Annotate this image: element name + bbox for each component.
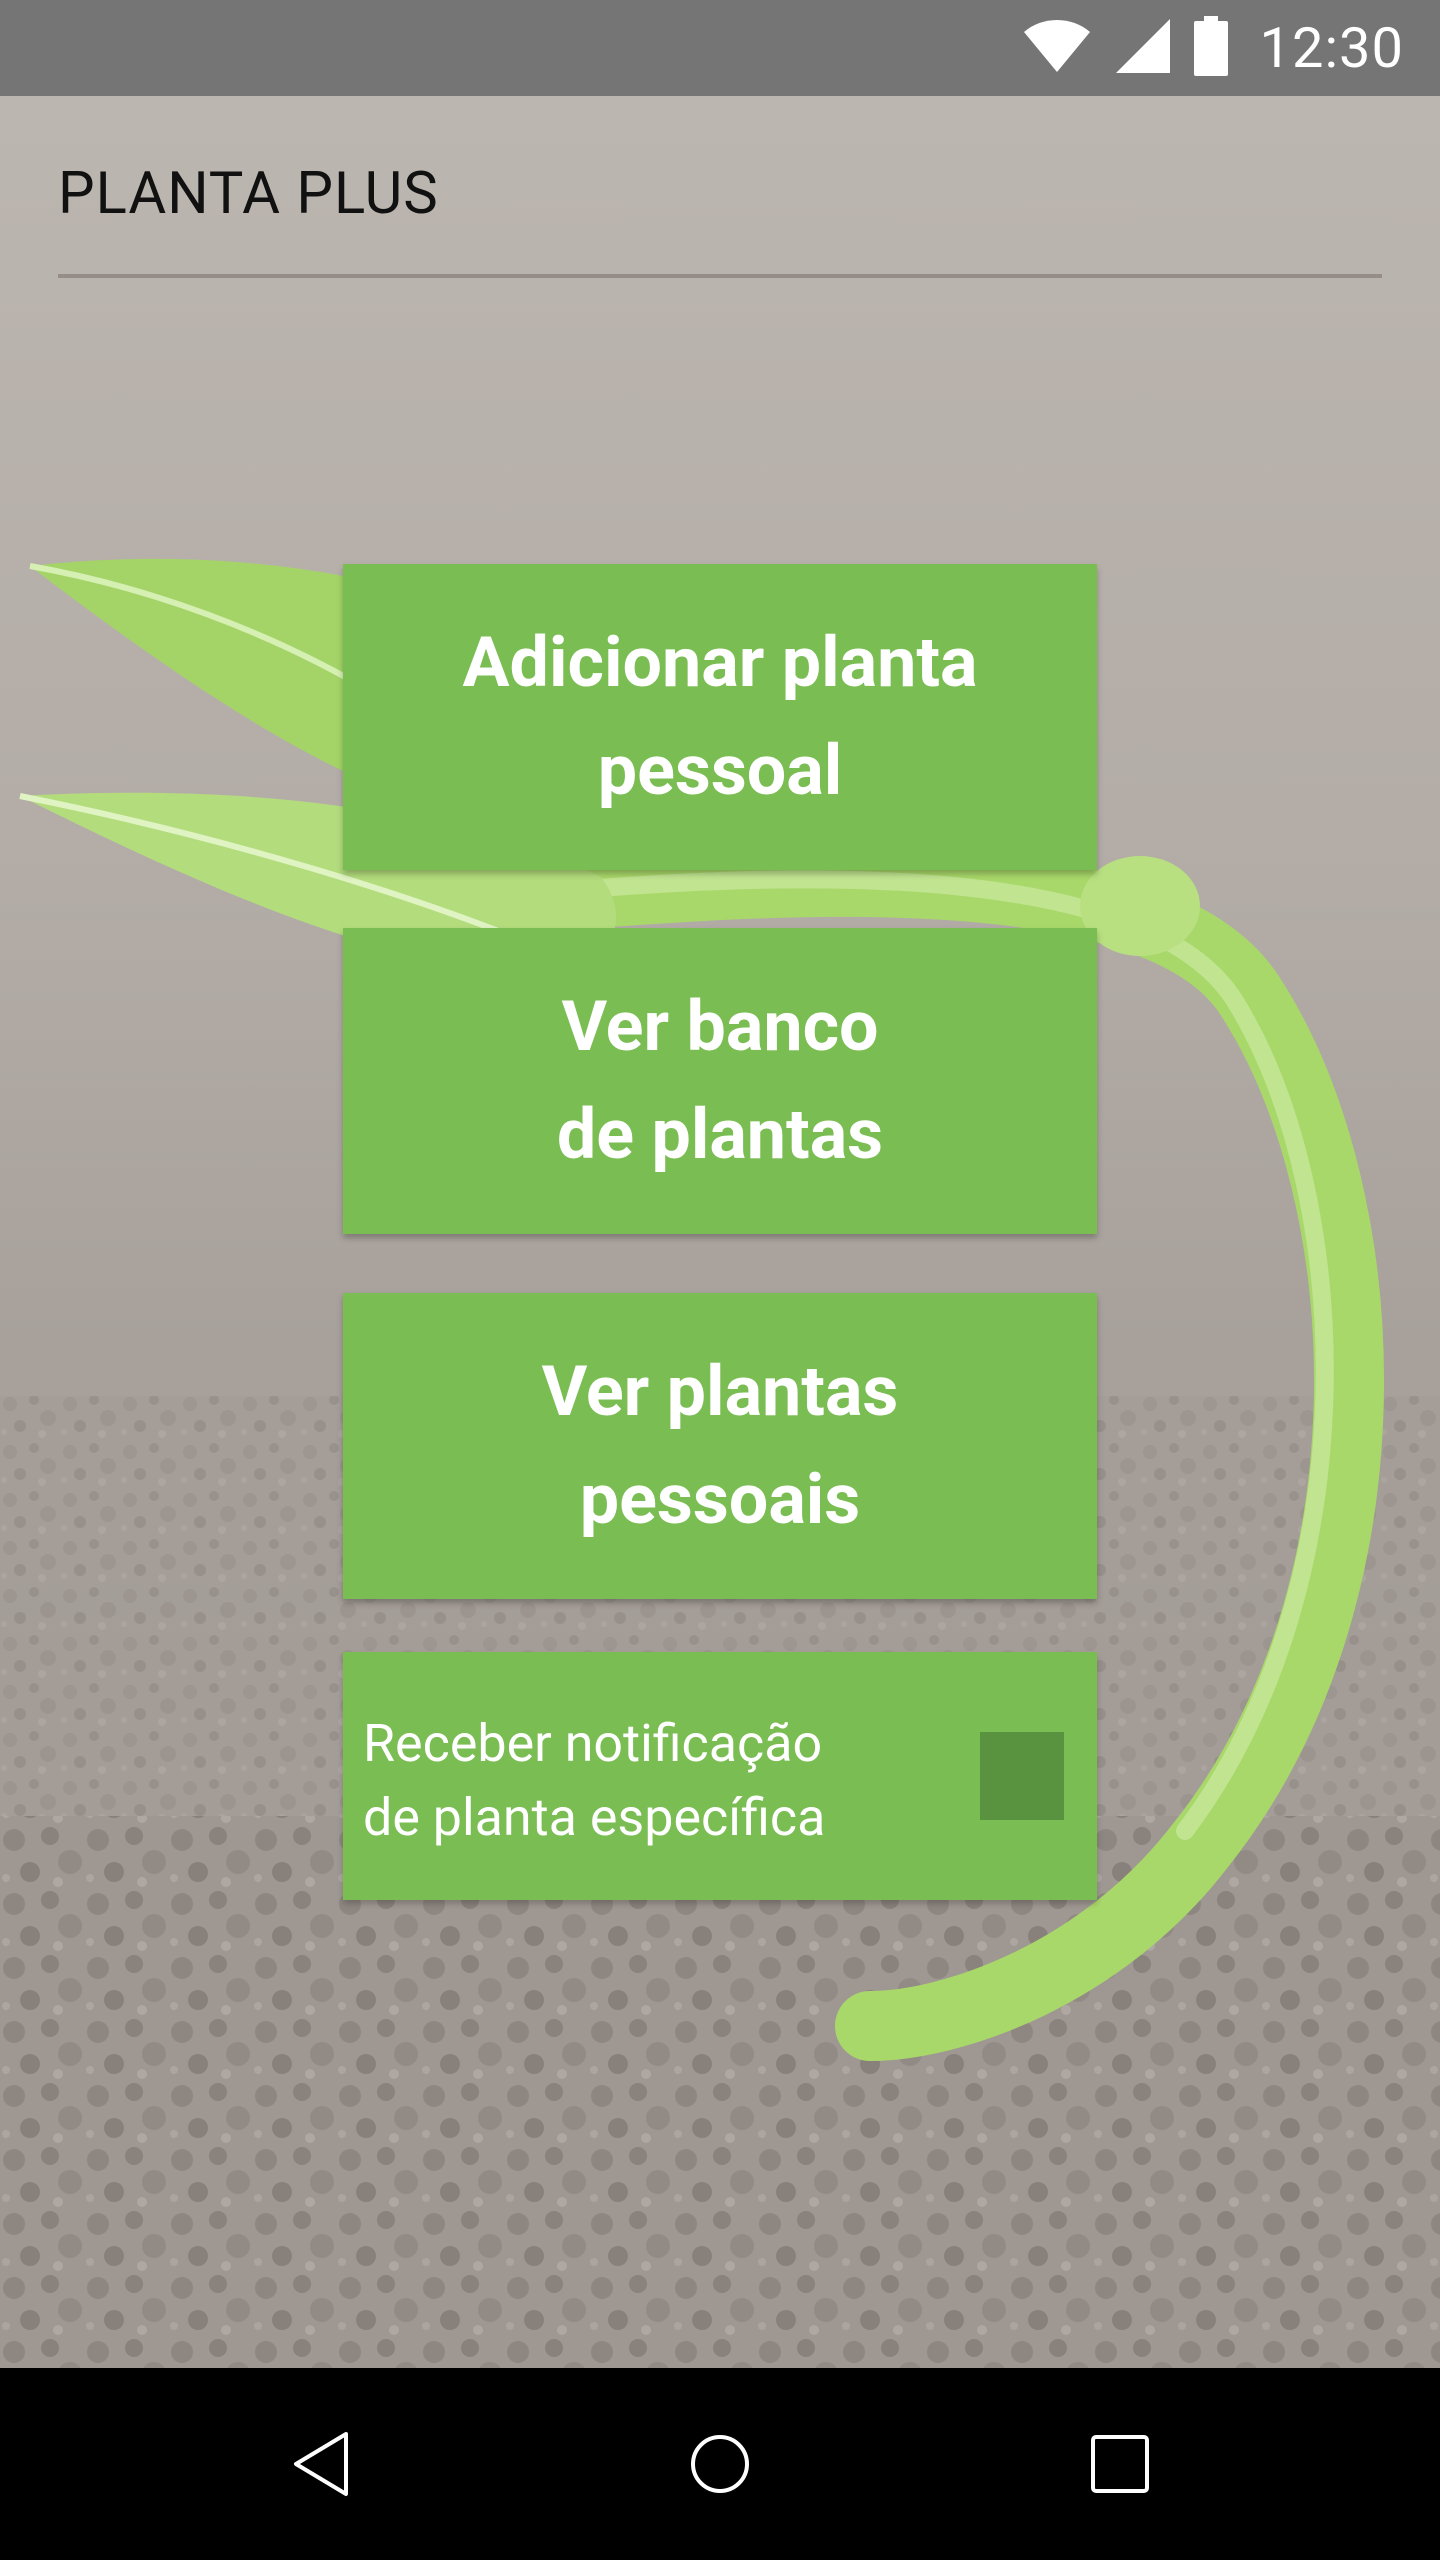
recents-icon	[1091, 2435, 1149, 2493]
recents-button[interactable]	[1060, 2404, 1180, 2524]
view-personal-plants-label: Ver plantas pessoais	[541, 1351, 899, 1541]
view-personal-plants-button[interactable]: Ver plantas pessoais	[343, 1293, 1097, 1599]
home-button[interactable]	[660, 2404, 780, 2524]
cell-signal-icon	[1114, 17, 1172, 79]
battery-icon	[1193, 16, 1228, 80]
back-button[interactable]	[260, 2404, 380, 2524]
back-icon	[294, 2432, 348, 2496]
title-divider	[58, 274, 1382, 278]
status-bar: 12:30	[0, 0, 1440, 96]
home-icon	[691, 2435, 749, 2493]
navigation-bar	[0, 2368, 1440, 2560]
notification-label: Receber notificação de planta específica	[363, 1713, 826, 1848]
notification-option: Receber notificação de planta específica	[343, 1652, 1097, 1900]
status-time: 12:30	[1259, 15, 1404, 81]
screen: 12:30 PLANTA PLUS Adicionar planta pesso…	[0, 0, 1440, 2560]
app-title: PLANTA PLUS	[58, 160, 439, 228]
view-plant-bank-label: Ver banco de plantas	[556, 986, 884, 1176]
add-personal-plant-label: Adicionar planta pessoal	[462, 622, 978, 812]
add-personal-plant-button[interactable]: Adicionar planta pessoal	[343, 564, 1097, 870]
view-plant-bank-button[interactable]: Ver banco de plantas	[343, 928, 1097, 1234]
wifi-icon	[1022, 18, 1092, 78]
notification-checkbox[interactable]	[980, 1732, 1064, 1820]
